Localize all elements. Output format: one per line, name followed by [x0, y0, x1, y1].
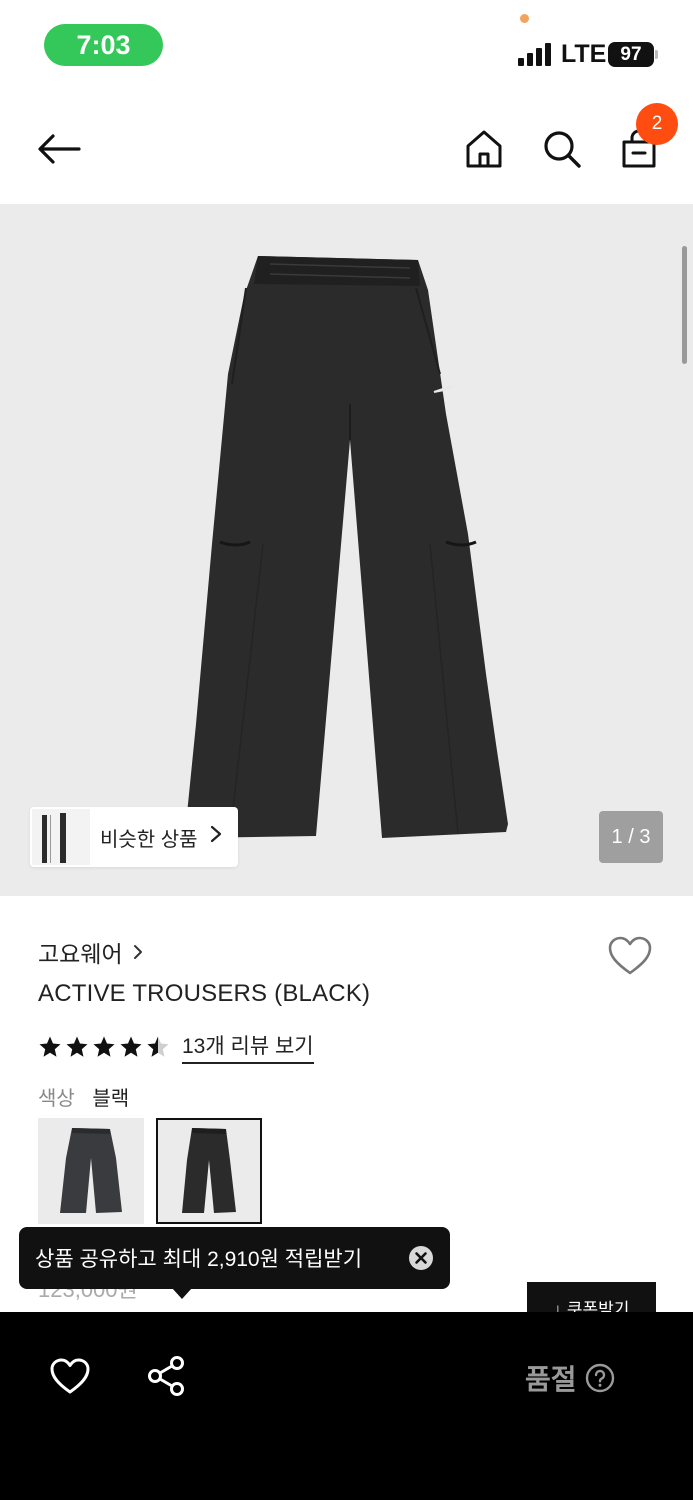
similar-products-button[interactable]: 비슷한 상품 — [30, 807, 238, 867]
product-photo-trousers — [186, 256, 508, 838]
star-full-icon — [93, 1036, 115, 1057]
network-type: LTE — [561, 40, 607, 68]
search-icon — [544, 131, 581, 168]
rating-row: 13개 리뷰 보기 — [38, 1030, 314, 1064]
star-rating — [38, 1035, 170, 1059]
star-half-icon — [147, 1036, 169, 1057]
signal-icon — [518, 42, 551, 66]
soldout-status: 품절 — [525, 1358, 615, 1398]
heart-outline-icon — [608, 936, 652, 975]
similar-product-thumbnail — [32, 809, 90, 865]
search-button[interactable] — [535, 120, 589, 178]
status-bar: 7:03 LTE 97 — [0, 0, 693, 90]
brand-name: 고요웨어 — [38, 941, 123, 967]
color-option-thumbnail — [60, 1128, 122, 1213]
color-option-swatch-selected[interactable] — [156, 1118, 262, 1224]
share-button[interactable] — [144, 1354, 188, 1398]
gallery-scrollbar[interactable] — [682, 246, 687, 364]
bottom-action-bar: 품절 — [0, 1312, 693, 1500]
color-label: 색상 — [38, 1088, 75, 1110]
battery-tip — [655, 50, 658, 59]
question-circle-icon[interactable] — [585, 1363, 615, 1393]
home-icon — [466, 130, 502, 168]
image-counter: 1 / 3 — [599, 811, 663, 863]
tooltip-text: 상품 공유하고 최대 2,910원 적립받기 — [35, 1248, 363, 1271]
battery-icon: 97 — [608, 42, 654, 67]
wishlist-button[interactable] — [606, 932, 654, 980]
share-icon — [148, 1356, 184, 1396]
tooltip-close-button[interactable] — [408, 1245, 434, 1271]
star-full-icon — [120, 1036, 142, 1057]
color-value: 블랙 — [92, 1088, 130, 1110]
arrow-left-icon — [38, 134, 81, 164]
status-time: 7:03 — [44, 24, 163, 66]
product-image-gallery[interactable]: 비슷한 상품 1 / 3 — [0, 204, 693, 896]
home-button[interactable] — [458, 120, 510, 178]
review-link[interactable]: 13개 리뷰 보기 — [182, 1030, 314, 1064]
chevron-right-icon — [210, 825, 222, 849]
heart-outline-icon — [50, 1358, 90, 1394]
cart-count-badge: 2 — [636, 103, 678, 145]
top-nav — [0, 90, 693, 204]
similar-products-label: 비슷한 상품 — [100, 828, 198, 851]
product-page: 7:03 LTE 97 2 비슷한 상품 1 / 3 고요웨어 ACTIVE T… — [0, 0, 693, 1500]
bottom-wishlist-button[interactable] — [48, 1354, 92, 1398]
color-row: 색상 블랙 — [38, 1082, 129, 1111]
color-option-swatch[interactable] — [38, 1118, 144, 1224]
color-option-thumbnail — [182, 1128, 236, 1213]
tooltip-arrow — [172, 1288, 192, 1299]
product-title: ACTIVE TROUSERS (BLACK) — [38, 980, 371, 1007]
back-button[interactable] — [30, 120, 88, 178]
soldout-label: 품절 — [525, 1364, 577, 1395]
share-reward-tooltip: 상품 공유하고 최대 2,910원 적립받기 — [19, 1227, 450, 1299]
privacy-indicator-dot — [520, 14, 529, 23]
chevron-right-icon — [133, 945, 142, 959]
brand-link[interactable]: 고요웨어 — [38, 935, 143, 969]
close-circle-icon — [409, 1246, 433, 1270]
star-full-icon — [39, 1036, 61, 1057]
star-full-icon — [66, 1036, 88, 1057]
